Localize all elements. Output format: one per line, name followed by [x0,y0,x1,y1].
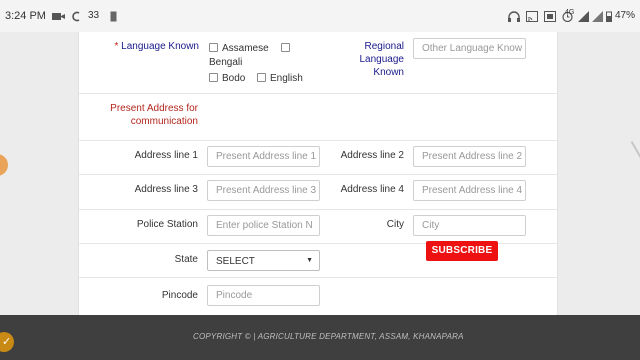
address-line3-label: Address line 3 [134,184,198,195]
checkbox-bodo-label: Bodo [222,73,246,84]
city-input[interactable]: City [413,215,526,236]
signal-2-icon [592,11,603,22]
police-station-input[interactable]: Enter police Station N [207,215,320,236]
row-divider [79,277,558,278]
address-line2-input[interactable]: Present Address line 2 [413,146,526,167]
sync-s-icon [72,11,80,22]
row-divider [79,140,558,141]
signal-icon [578,11,589,22]
present-address-heading: Present Address for communication [110,103,198,127]
dropdown-arrow-icon: ▼ [306,257,313,264]
checkbox-assamese[interactable] [209,43,218,52]
network-type: 4G [565,9,575,16]
battery-percent: 47% [615,10,636,21]
row-divider [79,209,558,210]
status-time: 3:24 PM [5,10,46,22]
cast-icon [526,11,538,22]
regional-language-input[interactable]: Other Language Know [413,38,526,59]
headphones-icon [508,11,520,22]
temperature-indicator: 33 [88,10,100,21]
checkbox-english-label: English [270,73,303,84]
status-bar: 3:24 PM 33 4G 47% [0,0,640,32]
address-line1-input[interactable]: Present Address line 1 [207,146,320,167]
row-divider [79,93,558,94]
pincode-input[interactable]: Pincode [207,285,320,306]
video-camera-icon [52,13,65,20]
screenshot-icon [544,11,556,22]
police-station-label: Police Station [136,219,198,230]
checkbox-bengali[interactable] [281,43,290,52]
footer-copyright: COPYRIGHT © | AGRICULTURE DEPARTMENT, AS… [193,332,464,341]
battery-small-icon [110,11,117,22]
regional-language-label: Regional Language Known [359,41,405,78]
checkbox-bodo[interactable] [209,73,218,82]
checkbox-english[interactable] [257,73,266,82]
state-label: State [174,254,198,265]
registration-form: * Language Known Assamese Bengali Bodo E… [78,32,558,315]
address-line4-label: Address line 4 [340,184,404,195]
floating-edge-button[interactable] [0,154,8,176]
language-known-label: * Language Known [114,41,199,52]
state-select[interactable]: SELECT ▼ [207,250,320,271]
row-divider [79,174,558,175]
checkbox-assamese-label: Assamese [222,43,269,54]
page-footer: COPYRIGHT © | AGRICULTURE DEPARTMENT, AS… [0,315,640,360]
subscribe-button[interactable]: SUBSCRIBE [426,241,498,261]
scroll-edge-indicator [630,140,640,162]
address-line3-input[interactable]: Present Address line 3 [207,180,320,201]
address-line2-label: Address line 2 [340,150,404,161]
state-select-value: SELECT [216,256,255,267]
battery-icon [606,11,612,22]
address-line4-input[interactable]: Present Address line 4 [413,180,526,201]
address-line1-label: Address line 1 [134,150,198,161]
checkbox-bengali-label: Bengali [209,57,243,68]
pincode-label: Pincode [161,290,198,301]
city-label: City [386,219,404,230]
